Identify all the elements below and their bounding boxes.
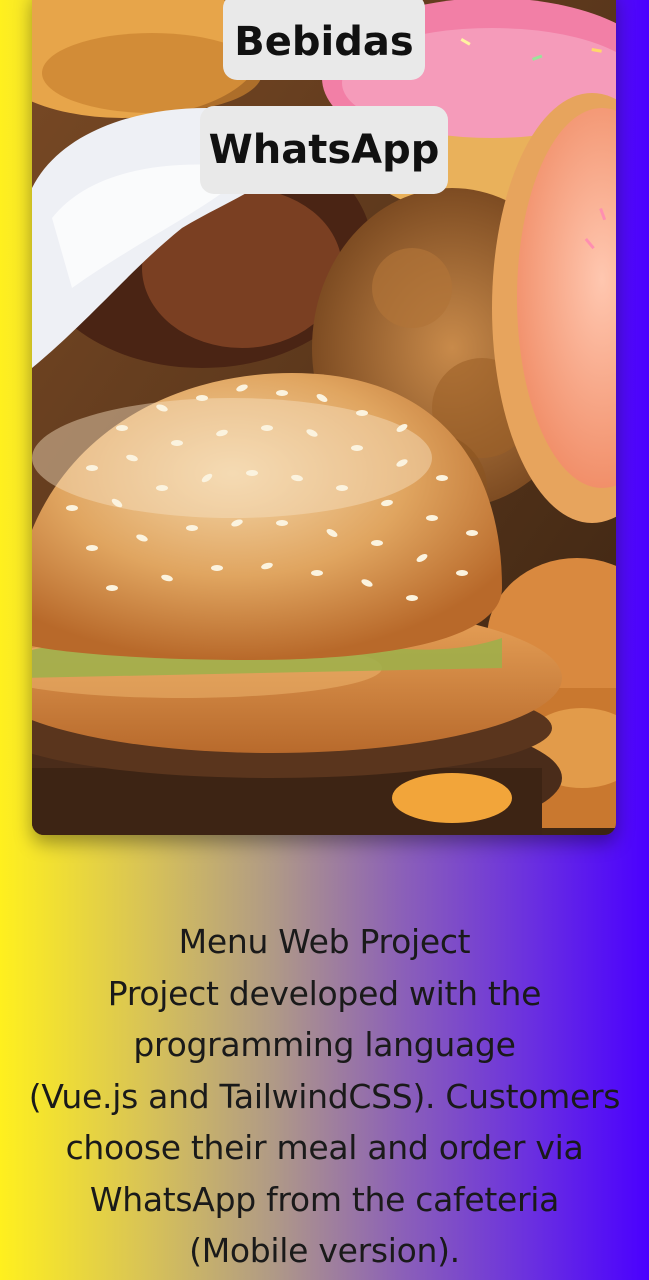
- description-line: Project developed with the: [107, 973, 542, 1013]
- project-description: Menu Web Project Project developed with …: [0, 916, 649, 1277]
- description-line: WhatsApp from the cafeteria: [89, 1179, 560, 1219]
- description-line: (Mobile version).: [189, 1231, 460, 1270]
- project-title: Menu Web Project: [178, 922, 471, 961]
- whatsapp-button[interactable]: WhatsApp: [200, 106, 448, 194]
- bebidas-button[interactable]: Bebidas: [223, 0, 425, 80]
- description-line: (Vue.js and TailwindCSS). Customers: [28, 1076, 621, 1116]
- description-line: choose their meal and order via: [65, 1128, 584, 1167]
- description-line: programming language: [133, 1025, 516, 1064]
